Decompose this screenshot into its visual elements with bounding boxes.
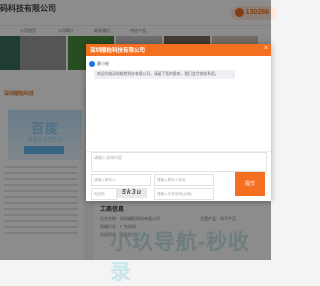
contact-placeholder: 请输入联系人 <box>94 178 116 182</box>
bot-name: 客小秘 <box>97 61 109 66</box>
phone-placeholder: 请输入手机号码(必填) <box>157 192 192 196</box>
message-input[interactable]: 请输入咨询内容 <box>91 152 267 172</box>
avatar <box>89 61 95 67</box>
captcha-image[interactable]: 5k3u <box>117 188 147 198</box>
submit-button[interactable]: 提交 <box>235 172 265 196</box>
captcha-placeholder: 验证码 <box>94 192 105 196</box>
dialog-title: 深圳顺检科技有限公司 <box>90 48 146 54</box>
captcha-input[interactable]: 验证码 <box>91 188 117 200</box>
name-field[interactable]: 请输入联系人姓名 <box>154 174 214 186</box>
contact-field[interactable]: 请输入联系人 <box>91 174 151 186</box>
name-placeholder: 请输入联系人姓名 <box>157 178 186 182</box>
phone-field[interactable]: 请输入手机号码(必填) <box>154 188 214 200</box>
dialog-header: 深圳顺检科技有限公司 × <box>86 44 271 56</box>
close-icon[interactable]: × <box>264 45 268 52</box>
message-placeholder: 请输入咨询内容 <box>94 155 122 160</box>
greeting-message: 欢迎光临深圳顺检科技有限公司，请留下您的需求，我们会尽快联系您。 <box>94 70 235 79</box>
inquiry-dialog: 深圳顺检科技有限公司 × 客小秘 欢迎光临深圳顺检科技有限公司，请留下您的需求，… <box>86 44 271 201</box>
